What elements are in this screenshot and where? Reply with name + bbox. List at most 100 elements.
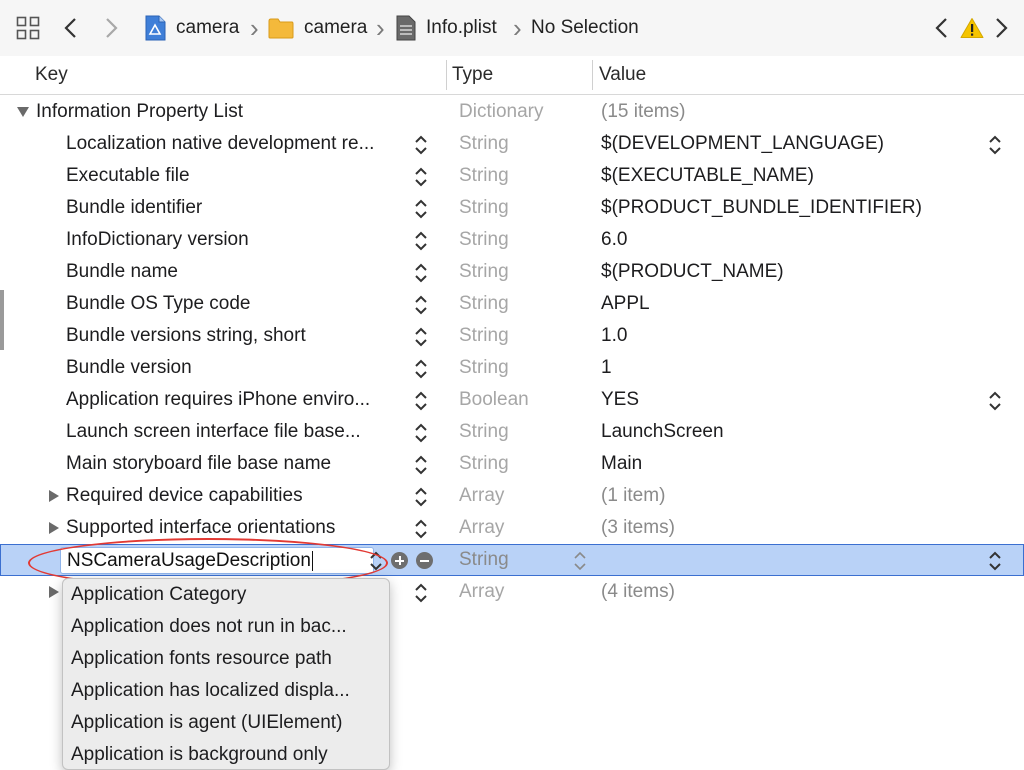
key-stepper-icon[interactable]	[413, 422, 429, 450]
table-row[interactable]: Application requires iPhone enviro... Bo…	[0, 384, 1024, 416]
row-key: Application requires iPhone enviro...	[66, 389, 371, 410]
column-header-type[interactable]: Type	[452, 56, 493, 94]
table-row[interactable]: Executable file String $(EXECUTABLE_NAME…	[0, 160, 1024, 192]
autocomplete-item[interactable]: Application is background only	[63, 739, 389, 769]
row-type: Dictionary	[459, 101, 544, 122]
row-key: Supported interface orientations	[66, 517, 336, 538]
row-value[interactable]: LaunchScreen	[601, 416, 961, 448]
table-row[interactable]: Bundle OS Type code String APPL	[0, 288, 1024, 320]
value-stepper-icon[interactable]	[987, 390, 1003, 418]
row-value[interactable]: 6.0	[601, 224, 961, 256]
key-stepper-icon[interactable]	[413, 582, 429, 610]
table-row[interactable]: Supported interface orientations Array (…	[0, 512, 1024, 544]
key-stepper-icon[interactable]	[413, 390, 429, 418]
row-value[interactable]: Main	[601, 448, 961, 480]
row-value[interactable]: APPL	[601, 288, 961, 320]
row-type: String	[459, 293, 509, 314]
back-chevron-icon[interactable]	[62, 0, 80, 56]
autocomplete-item[interactable]: Application is agent (UIElement)	[63, 707, 389, 739]
autocomplete-item[interactable]: Application Category	[63, 579, 389, 611]
key-stepper-icon[interactable]	[413, 230, 429, 258]
row-value[interactable]: $(EXECUTABLE_NAME)	[601, 160, 961, 192]
forward-chevron-icon[interactable]	[102, 0, 120, 56]
remove-row-icon[interactable]	[416, 552, 433, 569]
row-value[interactable]: $(PRODUCT_NAME)	[601, 256, 961, 288]
row-value[interactable]: $(PRODUCT_BUNDLE_IDENTIFIER)	[601, 192, 961, 224]
warning-icon[interactable]	[960, 0, 984, 56]
disclosure-collapsed-icon[interactable]	[48, 512, 60, 544]
disclosure-collapsed-icon[interactable]	[48, 576, 60, 608]
table-row[interactable]: Bundle identifier String $(PRODUCT_BUNDL…	[0, 192, 1024, 224]
key-stepper-icon[interactable]	[413, 262, 429, 290]
table-row[interactable]: Launch screen interface file base... Str…	[0, 416, 1024, 448]
row-type: Array	[459, 517, 505, 538]
column-header-value[interactable]: Value	[599, 56, 646, 94]
add-row-icon[interactable]	[391, 552, 408, 569]
breadcrumb-item-folder[interactable]: camera	[268, 0, 367, 56]
column-header-key[interactable]: Key	[35, 56, 68, 94]
table-row[interactable]: Localization native development re... St…	[0, 128, 1024, 160]
row-value[interactable]: YES	[601, 384, 961, 416]
disclosure-expanded-icon[interactable]	[16, 96, 30, 128]
previous-issue-chevron-icon[interactable]	[933, 0, 951, 56]
next-issue-chevron-icon[interactable]	[992, 0, 1010, 56]
key-autocomplete-menu: Application Category Application does no…	[62, 578, 390, 770]
breadcrumb-label: No Selection	[531, 17, 639, 38]
text-caret	[311, 550, 314, 571]
row-type: String	[459, 453, 509, 474]
breadcrumb-item-file[interactable]: Info.plist	[396, 0, 497, 56]
key-stepper-icon[interactable]	[413, 294, 429, 322]
row-value[interactable]: $(DEVELOPMENT_LANGUAGE)	[601, 128, 961, 160]
row-key: Bundle OS Type code	[66, 293, 251, 314]
row-type: String	[459, 133, 509, 154]
key-stepper-icon[interactable]	[413, 358, 429, 386]
row-key: Bundle name	[66, 261, 178, 282]
row-value[interactable]: 1	[601, 352, 961, 384]
breadcrumb-item-project[interactable]: camera	[144, 0, 239, 56]
key-stepper-icon[interactable]	[368, 550, 384, 578]
table-row[interactable]: Main storyboard file base name String Ma…	[0, 448, 1024, 480]
row-type: Array	[459, 485, 505, 506]
folder-icon	[268, 17, 294, 39]
value-stepper-icon[interactable]	[987, 134, 1003, 162]
key-edit-field[interactable]: NSCameraUsageDescription	[60, 547, 374, 574]
table-row[interactable]: Information Property List Dictionary (15…	[0, 96, 1024, 128]
key-stepper-icon[interactable]	[413, 326, 429, 354]
column-divider[interactable]	[446, 60, 447, 90]
row-value: (3 items)	[601, 517, 675, 538]
table-row[interactable]: Required device capabilities Array (1 it…	[0, 480, 1024, 512]
row-value[interactable]	[601, 544, 961, 576]
disclosure-collapsed-icon[interactable]	[48, 480, 60, 512]
key-stepper-icon[interactable]	[413, 166, 429, 194]
row-type: String	[459, 357, 509, 378]
breadcrumb-item-selection[interactable]: No Selection	[531, 0, 639, 56]
key-stepper-icon[interactable]	[413, 134, 429, 162]
key-stepper-icon[interactable]	[413, 486, 429, 514]
row-type: Array	[459, 581, 505, 602]
key-stepper-icon[interactable]	[413, 454, 429, 482]
table-row[interactable]: Bundle name String $(PRODUCT_NAME)	[0, 256, 1024, 288]
row-value[interactable]: 1.0	[601, 320, 961, 352]
autocomplete-item[interactable]: Application fonts resource path	[63, 643, 389, 675]
table-row[interactable]: Bundle version String 1	[0, 352, 1024, 384]
row-key: Bundle identifier	[66, 197, 203, 218]
key-stepper-icon[interactable]	[413, 518, 429, 546]
row-key: InfoDictionary version	[66, 229, 249, 250]
key-stepper-icon[interactable]	[413, 198, 429, 226]
autocomplete-item[interactable]: Application does not run in bac...	[63, 611, 389, 643]
breadcrumb-separator-icon: ›	[376, 13, 385, 43]
row-type[interactable]: String	[459, 544, 579, 576]
row-key: Main storyboard file base name	[66, 453, 332, 474]
breadcrumb-label: camera	[176, 17, 240, 38]
breadcrumb-label: camera	[304, 17, 368, 38]
column-divider[interactable]	[592, 60, 593, 90]
related-items-icon[interactable]	[16, 0, 40, 56]
row-key: Localization native development re...	[66, 133, 375, 154]
table-row[interactable]: InfoDictionary version String 6.0	[0, 224, 1024, 256]
table-row[interactable]: Bundle versions string, short String 1.0	[0, 320, 1024, 352]
jump-bar: camera › camera › Info.plist › No Select…	[0, 0, 1024, 57]
autocomplete-item[interactable]: Application has localized displa...	[63, 675, 389, 707]
type-stepper-icon[interactable]	[572, 550, 588, 578]
value-stepper-icon[interactable]	[987, 550, 1003, 578]
table-row-selected[interactable]: NSCameraUsageDescription String	[0, 544, 1024, 576]
